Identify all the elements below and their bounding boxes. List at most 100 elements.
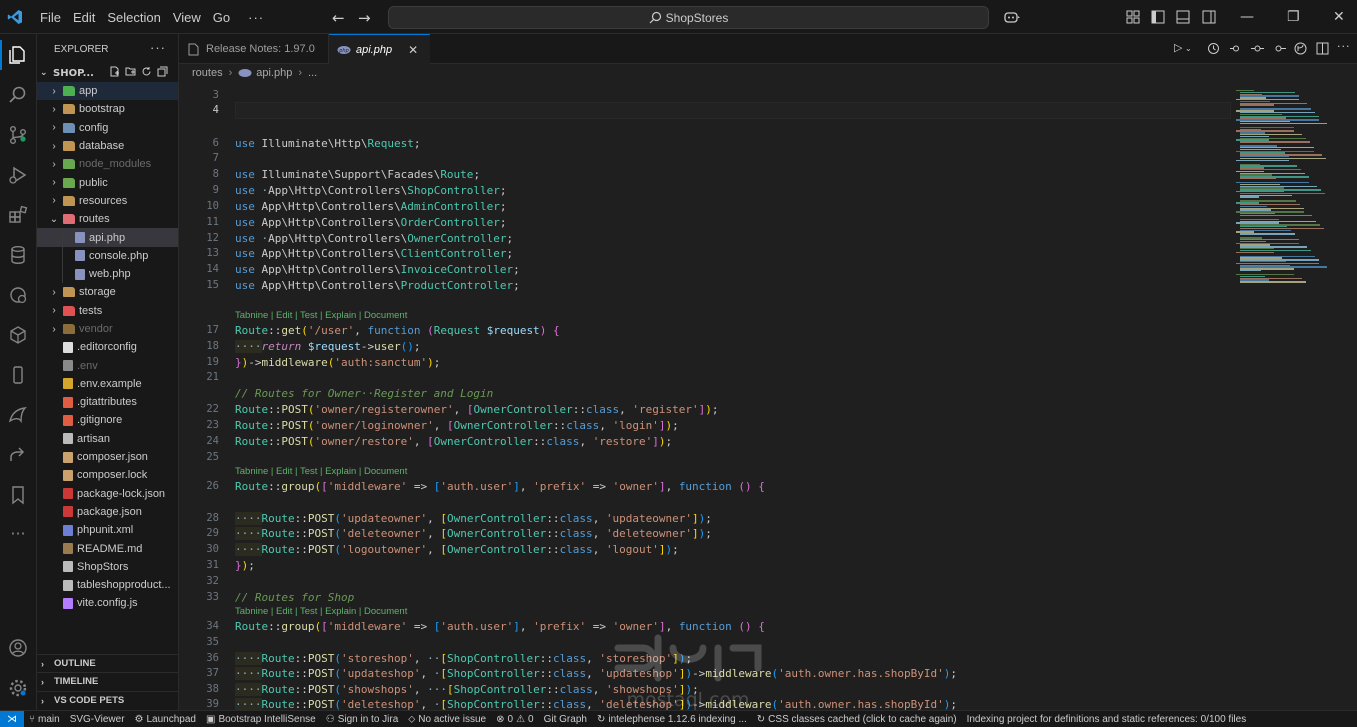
more-actions-icon[interactable]: ···	[1337, 40, 1350, 53]
tree-item-tableshopproduct[interactable]: tableshopproduct...	[37, 576, 178, 594]
toggle-secondary-sidebar-icon[interactable]	[1202, 10, 1216, 24]
menu-edit[interactable]: Edit	[67, 10, 101, 25]
breadcrumb-api-php[interactable]: api.php	[256, 67, 292, 79]
remote-explorer-icon[interactable]	[7, 284, 29, 306]
tab-api-php[interactable]: php api.php ✕	[329, 34, 430, 64]
tree-item-bootstrap[interactable]: › bootstrap	[37, 100, 178, 118]
menu-go[interactable]: Go	[207, 10, 236, 25]
workspace-folder[interactable]: ⌄ SHOP...	[37, 64, 178, 82]
tabnine-code-lens[interactable]: Tabnine | Edit | Test | Explain | Docume…	[235, 605, 407, 618]
tree-item-routes[interactable]: ⌄ routes	[37, 210, 178, 228]
tree-item-node-modules[interactable]: › node_modules	[37, 155, 178, 173]
tree-item-artisan[interactable]: artisan	[37, 430, 178, 448]
tree-item-composer-lock[interactable]: composer.lock	[37, 466, 178, 484]
search-icon[interactable]	[7, 84, 29, 106]
tree-item-database[interactable]: › database	[37, 137, 178, 155]
tree-item-tests[interactable]: › tests	[37, 302, 178, 320]
settings-gear-icon[interactable]	[7, 677, 29, 699]
split-editor-icon[interactable]	[1316, 42, 1329, 55]
outline-panel-header[interactable]: › OUTLINE	[37, 654, 178, 672]
command-center-search[interactable]: ShopStores	[388, 6, 989, 29]
tree-item-env[interactable]: .env	[37, 356, 178, 374]
new-folder-icon[interactable]	[125, 66, 136, 77]
live-share-icon[interactable]	[7, 444, 29, 466]
remote-indicator-icon[interactable]: ⋊	[0, 711, 24, 727]
close-tab-icon[interactable]: ✕	[408, 43, 418, 57]
tabnine-code-lens[interactable]: Tabnine | Edit | Test | Explain | Docume…	[235, 309, 407, 322]
toggle-panel-icon[interactable]	[1176, 10, 1190, 24]
git-lens-icon[interactable]	[1294, 42, 1307, 55]
layout-customize-icon[interactable]	[1126, 10, 1140, 24]
bookmarks-icon[interactable]	[7, 484, 29, 506]
minimize-icon[interactable]: —	[1240, 9, 1254, 25]
bootstrap-intellisense-item[interactable]: ▣ Bootstrap IntelliSense	[201, 714, 321, 725]
source-control-icon[interactable]	[7, 124, 29, 146]
tree-item-app[interactable]: › app	[37, 82, 178, 101]
more-views-icon[interactable]: ···	[7, 524, 29, 546]
compare-changes-icon[interactable]	[1251, 42, 1264, 55]
tree-item-storage[interactable]: › storage	[37, 283, 178, 301]
vscode-pets-panel-header[interactable]: › VS CODE PETS	[37, 691, 178, 709]
intelephense-item[interactable]: ↻ intelephense 1.12.6 indexing ...	[592, 714, 752, 725]
laravel-icon[interactable]	[7, 404, 29, 426]
forward-arrow-icon[interactable]: →	[358, 9, 371, 27]
tree-item-editorconfig[interactable]: .editorconfig	[37, 338, 178, 356]
tree-item-web-php[interactable]: web.php	[37, 265, 178, 283]
breadcrumb-routes[interactable]: routes	[192, 67, 223, 79]
branch-item[interactable]: ⑂ main	[24, 714, 65, 725]
menu-selection[interactable]: Selection	[101, 10, 166, 25]
menu-more[interactable]: ···	[236, 10, 276, 25]
chevron-down-icon[interactable]: ⌄	[1185, 44, 1198, 57]
database-icon[interactable]	[7, 244, 29, 266]
svg-viewer-item[interactable]: SVG-Viewer	[65, 714, 130, 725]
tree-item-vendor[interactable]: › vendor	[37, 320, 178, 338]
tree-item-console-php[interactable]: console.php	[37, 247, 178, 265]
tree-item-package-json[interactable]: package.json	[37, 503, 178, 521]
tree-item-package-lock-json[interactable]: package-lock.json	[37, 485, 178, 503]
menu-file[interactable]: File	[34, 10, 67, 25]
copilot-icon[interactable]	[1003, 10, 1021, 24]
toggle-primary-sidebar-icon[interactable]	[1151, 10, 1165, 24]
tree-item-env-example[interactable]: .env.example	[37, 375, 178, 393]
jira-issue-item[interactable]: ⬦ No active issue	[403, 714, 491, 725]
tree-item-vite-config-js[interactable]: vite.config.js	[37, 594, 178, 612]
tree-item-config[interactable]: › config	[37, 119, 178, 137]
tree-item-public[interactable]: › public	[37, 173, 178, 191]
tab-release-notes[interactable]: Release Notes: 1.97.0	[179, 34, 329, 64]
tree-item-api-php[interactable]: api.php	[37, 228, 178, 247]
tree-item-gitignore[interactable]: .gitignore	[37, 411, 178, 429]
css-cache-item[interactable]: ↻ CSS classes cached (click to cache agai…	[752, 714, 962, 725]
code-editor[interactable]: 3 4 6 7 8 9 10 11 12 13 14 15 17 18 19 2…	[179, 82, 1357, 710]
tree-item-shopstors[interactable]: ShopStors	[37, 558, 178, 576]
tabnine-code-lens[interactable]: Tabnine | Edit | Test | Explain | Docume…	[235, 465, 407, 478]
problems-item[interactable]: ⊗ 0 ⚠ 0	[491, 714, 538, 725]
tree-item-gitattributes[interactable]: .gitattributes	[37, 393, 178, 411]
launchpad-item[interactable]: ⚙ Launchpad	[130, 714, 201, 725]
collapse-all-icon[interactable]	[157, 66, 168, 77]
restore-icon[interactable]: ❐	[1287, 9, 1300, 25]
containers-icon[interactable]	[7, 324, 29, 346]
next-change-icon[interactable]	[1273, 42, 1286, 55]
device-icon[interactable]	[7, 364, 29, 386]
account-icon[interactable]	[7, 637, 29, 659]
tree-item-composer-json[interactable]: composer.json	[37, 448, 178, 466]
tree-item-phpunit-xml[interactable]: phpunit.xml	[37, 521, 178, 539]
close-window-icon[interactable]: ✕	[1333, 9, 1345, 25]
tree-item-readme-md[interactable]: README.md	[37, 539, 178, 557]
go-back-change-icon[interactable]	[1229, 42, 1242, 55]
extensions-icon[interactable]	[7, 204, 29, 226]
jira-signin-item[interactable]: ⚇ Sign in to Jira	[321, 714, 404, 725]
tree-item-resources[interactable]: › resources	[37, 192, 178, 210]
explorer-more-icon[interactable]: ···	[150, 40, 166, 55]
breadcrumb-symbols[interactable]: ...	[308, 67, 317, 79]
git-graph-item[interactable]: Git Graph	[539, 714, 592, 725]
history-icon[interactable]	[1207, 42, 1220, 55]
back-arrow-icon[interactable]: ←	[332, 9, 345, 27]
run-debug-icon[interactable]	[7, 164, 29, 186]
minimap[interactable]	[1236, 82, 1346, 283]
timeline-panel-header[interactable]: › TIMELINE	[37, 672, 178, 690]
explorer-icon[interactable]	[0, 40, 29, 70]
refresh-icon[interactable]	[141, 66, 152, 77]
new-file-icon[interactable]	[109, 66, 120, 77]
menu-view[interactable]: View	[167, 10, 207, 25]
